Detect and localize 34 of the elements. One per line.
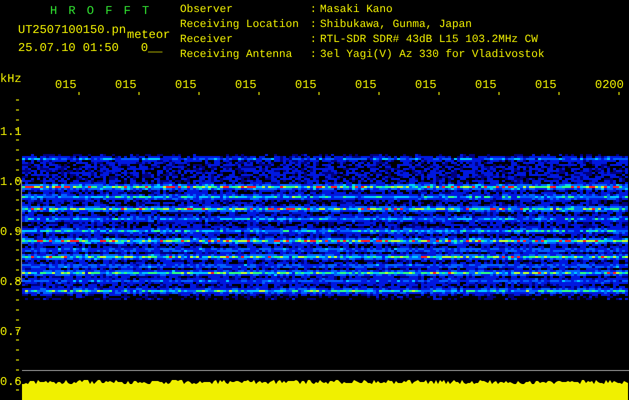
axis-label: 015 bbox=[535, 78, 557, 92]
file-name: UT2507100150.pn bbox=[18, 24, 126, 36]
info-label: Receiver bbox=[180, 35, 234, 48]
axis-label: 0200 bbox=[595, 78, 624, 92]
timestamp: 25.07.10 01:50 bbox=[18, 42, 119, 54]
separator: : bbox=[309, 35, 318, 48]
axis-label: 0.8 bbox=[0, 275, 22, 289]
axis-label: 015 bbox=[415, 78, 437, 92]
axis-label: 0.9 bbox=[0, 225, 22, 239]
info-label: Receiving Location bbox=[180, 20, 300, 33]
axis-label: 0.7 bbox=[0, 325, 22, 339]
separator: : bbox=[309, 50, 318, 63]
counter: 0__ bbox=[140, 42, 162, 54]
separator: : bbox=[309, 5, 318, 18]
axis-label: 015 bbox=[115, 78, 137, 92]
info-value: 3el Yagi(V) Az 330 for Vladivostok bbox=[320, 50, 544, 63]
axis-label: 015 bbox=[235, 78, 257, 92]
axis-label: 015 bbox=[475, 78, 497, 92]
axis-label: 0.6 bbox=[0, 375, 22, 389]
info-value: Shibukawa, Gunma, Japan bbox=[320, 20, 473, 33]
file-suffix: meteor bbox=[127, 29, 170, 41]
info-value: Masaki Kano bbox=[320, 5, 394, 18]
info-value: RTL-SDR SDR# 43dB L15 103.2MHz CW bbox=[320, 35, 539, 48]
axis-label: 1.1 bbox=[0, 125, 22, 139]
axis-label: 015 bbox=[355, 78, 377, 92]
axis-label: 1.0 bbox=[0, 175, 22, 189]
axis-label: 015 bbox=[175, 78, 197, 92]
separator: : bbox=[309, 20, 318, 33]
info-label: Observer bbox=[180, 5, 234, 18]
axis-label: 015 bbox=[295, 78, 317, 92]
axis-label: 015 bbox=[55, 78, 77, 92]
info-label: Receiving Antenna bbox=[180, 50, 294, 63]
app-title: H R O F F T bbox=[49, 5, 152, 18]
axis-unit: kHz bbox=[0, 72, 22, 86]
